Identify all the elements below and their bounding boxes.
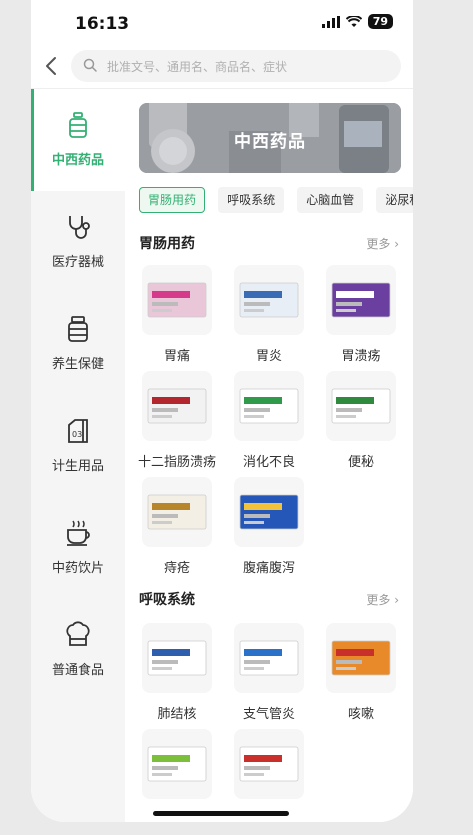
sidebar-item-family-planning[interactable]: 03 计生用品 [31,395,125,497]
product-image [234,265,304,335]
sidebar-item-general-food[interactable]: 普通食品 [31,599,125,701]
product-item[interactable]: 胃溃疡 [315,265,407,371]
subcategory-chips: 胃肠用药 呼吸系统 心脑血管 泌尿科系 [139,187,413,213]
product-item[interactable]: 便秘 [315,371,407,477]
search-placeholder: 批准文号、通用名、商品名、症状 [107,60,288,74]
search-input[interactable]: 批准文号、通用名、商品名、症状 [71,50,401,82]
medicine-bottle-icon [69,112,87,138]
product-name: 肺结核 [157,707,197,722]
product-grid: 胃痛 胃炎 胃溃疡十二指肠溃疡 消化不良 便秘痔疮 腹痛腹泻 [131,265,407,585]
sidebar-item-herbal-pieces[interactable]: 中药饮片 [31,497,125,599]
sidebar-item-label: 养生保健 [51,357,104,372]
home-indicator [153,811,289,816]
contraceptive-box-icon: 03 [68,419,88,443]
sidebar-item-label: 中药饮片 [51,561,104,576]
product-image [142,623,212,693]
product-image [326,265,396,335]
more-label: 更多 [366,237,391,251]
category-sidebar: 中西药品 医疗器械 养生保健 03 计生用品 中药饮片 普通食品 [31,89,125,822]
tea-cup-icon [67,520,90,546]
product-name: 咳嗽 [347,707,374,722]
product-image [234,623,304,693]
more-link[interactable]: 更多 › [366,235,399,252]
svg-text:03: 03 [72,430,82,439]
back-arrow-icon[interactable] [41,55,63,77]
product-item[interactable]: 消化不良 [223,371,315,477]
product-name: 十二指肠溃疡 [137,455,216,470]
section-title: 呼吸系统 [139,592,195,608]
supplement-jar-icon [68,316,88,342]
banner-title: 中西药品 [234,132,306,152]
product-name: 支气管炎 [242,707,295,722]
product-image [142,265,212,335]
product-image [234,729,304,799]
product-item[interactable]: 胃痛 [131,265,223,371]
product-grid: 肺结核 支气管炎 咳嗽 [131,623,407,822]
wifi-icon [345,15,362,27]
signal-icon [321,15,340,28]
product-name: 腹痛腹泻 [242,561,295,576]
sidebar-item-medical-devices[interactable]: 医疗器械 [31,191,125,293]
bread-icon [66,621,90,646]
sidebar-item-label: 中西药品 [51,153,104,168]
sidebar-item-medicine[interactable]: 中西药品 [31,89,125,191]
product-item[interactable]: 腹痛腹泻 [223,477,315,583]
chip-respiratory[interactable]: 呼吸系统 [218,187,285,213]
product-item[interactable]: 十二指肠溃疡 [131,371,223,477]
product-image [326,623,396,693]
more-link[interactable]: 更多 › [366,591,399,608]
phone-screen: 16:13 79 批准文号、通用名、商品名、症状 中西药品 医疗器械 养生保健 … [31,0,413,822]
status-icons: 79 [321,14,393,29]
product-item[interactable]: 痔疮 [131,477,223,583]
category-banner[interactable]: 中西药品 [139,103,401,173]
search-icon [83,58,97,72]
status-bar: 16:13 79 [31,0,413,48]
sidebar-item-label: 普通食品 [51,663,104,678]
product-name: 胃溃疡 [341,349,381,364]
product-name: 痔疮 [163,561,190,576]
chip-urology[interactable]: 泌尿科系 [376,187,413,213]
product-image [326,371,396,441]
product-name: 便秘 [347,455,374,470]
product-image [142,477,212,547]
product-image [142,729,212,799]
more-label: 更多 [366,593,391,607]
sidebar-item-label: 医疗器械 [51,255,104,270]
chip-gastro[interactable]: 胃肠用药 [139,187,206,213]
product-item[interactable]: 胃炎 [223,265,315,371]
chevron-right-icon: › [394,237,399,251]
section-title: 胃肠用药 [139,236,195,252]
sidebar-item-health-care[interactable]: 养生保健 [31,293,125,395]
product-item[interactable]: 支气管炎 [223,623,315,729]
product-image [234,371,304,441]
status-time: 16:13 [75,14,130,34]
product-name: 胃炎 [255,349,282,364]
battery-icon: 79 [367,14,393,29]
product-image [234,477,304,547]
search-bar: 批准文号、通用名、商品名、症状 [31,49,413,89]
sidebar-item-label: 计生用品 [51,459,104,474]
product-item[interactable] [223,729,315,822]
product-image [142,371,212,441]
product-item[interactable] [131,729,223,822]
product-name: 消化不良 [242,455,295,470]
stethoscope-icon [69,216,90,239]
main-content: 中西药品 胃肠用药 呼吸系统 心脑血管 泌尿科系 胃肠用药 更多 › 胃痛胃炎胃… [125,89,413,822]
product-name: 胃痛 [163,349,190,364]
chevron-right-icon: › [394,593,399,607]
chip-cardio[interactable]: 心脑血管 [297,187,364,213]
product-item[interactable]: 肺结核 [131,623,223,729]
product-item[interactable]: 咳嗽 [315,623,407,729]
